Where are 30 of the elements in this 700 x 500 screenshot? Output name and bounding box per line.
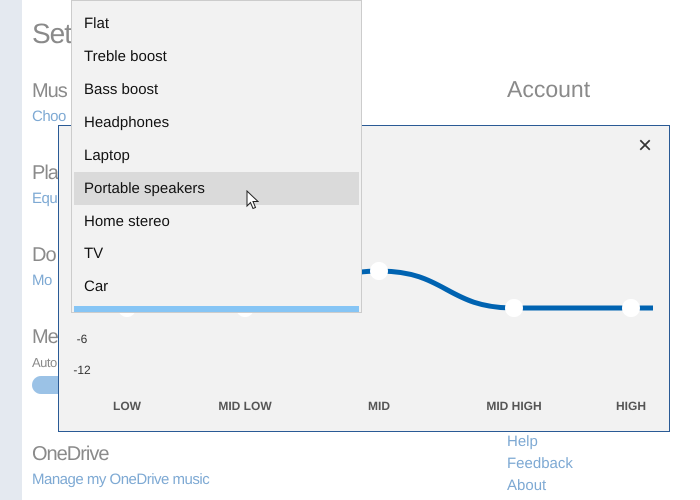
preset-option[interactable]: Laptop	[74, 140, 359, 172]
mouse-pointer-icon	[246, 190, 259, 210]
preset-option[interactable]: Bass boost	[74, 74, 359, 107]
band-label: MID	[368, 399, 390, 413]
band-handle[interactable]	[622, 299, 640, 317]
toggle-switch[interactable]	[32, 376, 58, 394]
band-handle[interactable]	[370, 262, 388, 280]
band-label: HIGH	[616, 399, 646, 413]
section-heading: OneDrive	[32, 442, 108, 467]
section-heading: Do	[32, 243, 56, 268]
close-button[interactable]: ×	[633, 134, 657, 158]
section-heading: Pla	[32, 161, 58, 186]
page-title: Set	[32, 17, 72, 51]
preset-option[interactable]: Headphones	[74, 106, 359, 140]
axis-tick-label: -6	[76, 332, 88, 346]
preset-option[interactable]: Flat	[74, 8, 359, 41]
band-label: MID HIGH	[486, 399, 542, 413]
preset-option[interactable]: Car	[74, 271, 359, 304]
preset-option[interactable]: Home stereo	[74, 205, 359, 238]
section-heading: Me	[32, 325, 58, 350]
axis-tick-label: -12	[73, 363, 91, 377]
preset-option[interactable]: Treble boost	[74, 40, 359, 74]
setting-description: Auto	[32, 354, 57, 372]
section-heading: Mus	[32, 79, 67, 104]
section-heading: Account	[507, 75, 590, 104]
preset-option[interactable]: TV	[74, 238, 359, 272]
band-label: LOW	[113, 399, 141, 413]
band-handle[interactable]	[505, 299, 523, 317]
preset-option[interactable]: Portable speakers	[74, 172, 359, 206]
band-label: MID LOW	[218, 399, 272, 413]
